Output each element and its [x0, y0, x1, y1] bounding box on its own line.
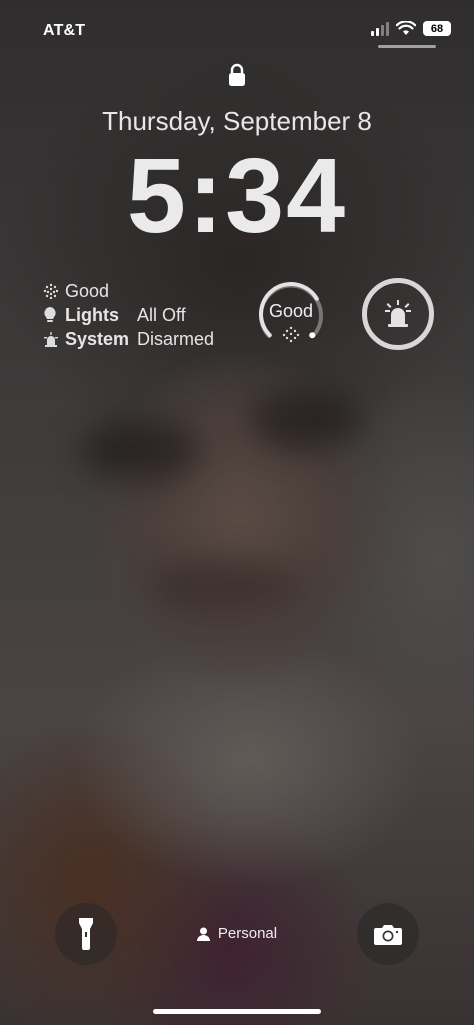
alarm-siren-icon	[385, 300, 411, 327]
battery-icon: 68	[423, 21, 451, 36]
camera-icon	[374, 925, 402, 945]
air-quality-ring-label: Good	[268, 301, 314, 321]
control-center-indicator[interactable]	[378, 45, 436, 48]
system-value: Disarmed	[137, 328, 215, 349]
carrier-label: AT&T	[43, 22, 86, 39]
system-label: System	[65, 328, 130, 349]
lock-icon	[229, 63, 245, 86]
person-icon	[196, 927, 210, 941]
status-icons: 68	[371, 21, 451, 36]
lock-screen-time: 5:34	[126, 137, 348, 255]
air-quality-ring-widget[interactable]: Good	[255, 278, 327, 350]
air-quality-value: Good	[65, 280, 110, 301]
focus-mode-label: Personal	[217, 925, 278, 942]
lightbulb-icon	[43, 306, 61, 324]
lights-value: All Off	[137, 304, 186, 325]
wifi-icon	[396, 21, 416, 35]
home-indicator[interactable]	[153, 1009, 321, 1014]
camera-button[interactable]	[357, 903, 419, 965]
air-quality-row: Good	[43, 279, 214, 303]
home-status-widget[interactable]: Good Lights All Off System Disarmed	[43, 279, 214, 351]
lights-label: Lights	[65, 304, 119, 325]
system-row: System Disarmed	[43, 327, 214, 351]
air-quality-icon	[43, 283, 61, 299]
air-quality-icon	[282, 326, 300, 343]
cellular-signal-icon	[371, 21, 389, 36]
lock-screen-date: Thursday, September 8	[102, 106, 372, 136]
security-alarm-widget[interactable]	[362, 278, 434, 350]
lights-row: Lights All Off	[43, 303, 214, 327]
siren-icon	[43, 331, 61, 347]
